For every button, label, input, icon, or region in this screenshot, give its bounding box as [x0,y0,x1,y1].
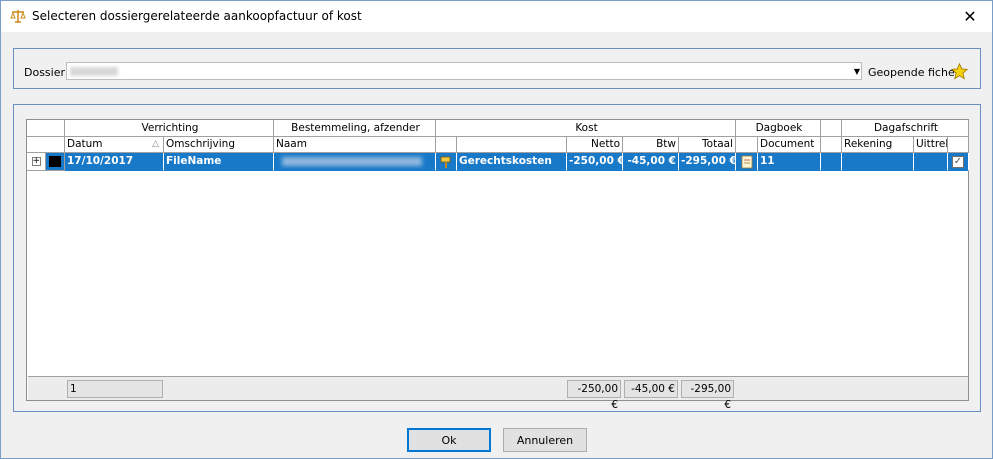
row-kost[interactable]: Gerechtskosten [457,153,567,171]
row-totaal[interactable]: -295,00 € [679,153,736,171]
column-header-datum[interactable]: Datum △ [65,137,164,153]
row-color-swatch [49,156,61,167]
row-indicator [46,153,65,171]
expand-icon: + [31,156,41,166]
dossier-label: Dossier [24,66,66,79]
star-icon [951,63,968,80]
document-icon [741,155,752,168]
header-spacer [27,120,65,137]
column-header-rekening[interactable]: Rekening [842,137,914,153]
invoice-grid: Verrichting Bestemmeling, afzender Kost … [26,119,969,411]
column-header-icon [436,137,457,153]
dossier-panel: Dossier ▼ Geopende fiche [13,48,981,89]
row-datum[interactable]: 17/10/2017 [65,153,164,171]
footer-totaal: -295,00 € [681,380,734,411]
column-header-document[interactable]: Document [758,137,821,153]
column-header-uittreksel[interactable]: Uittrek [914,137,948,153]
row-uittreksel[interactable] [914,153,948,171]
group-header-verrichting: Verrichting [65,120,274,137]
redacted-name-blur [282,157,422,166]
window-title: Selecteren dossiergerelateerde aankoopfa… [32,9,362,23]
row-spacer [821,153,842,171]
column-header-check [948,137,969,153]
sort-ascending-icon: △ [152,139,159,149]
column-header-datum-label: Datum [67,138,103,150]
group-header-dagboek: Dagboek [736,120,821,137]
group-header-kost: Kost [436,120,736,137]
row-naam[interactable] [274,153,436,171]
row-document[interactable]: 11 [758,153,821,171]
dossier-value [70,67,118,76]
row-checkbox-cell[interactable]: ✓ [948,153,969,171]
footer-count: 1 [67,380,163,398]
chevron-down-icon[interactable]: ▼ [850,63,864,79]
column-header-netto[interactable]: Netto [567,137,623,153]
row-omschrijving[interactable]: FileName [164,153,274,171]
column-header-doc-icon [736,137,758,153]
geopende-fiche-label: Geopende fiche [868,65,955,79]
header-spacer-2 [821,120,842,137]
column-header-kost-type [457,137,567,153]
column-header-totaal[interactable]: Totaal [679,137,736,153]
grid-footer: 1 -250,00 € -45,00 € -295,00 € [28,376,968,411]
group-header-bestemmeling: Bestemmeling, afzender [274,120,436,137]
close-button[interactable]: ✕ [948,1,992,32]
dossier-select[interactable] [66,62,862,80]
checkbox-checked-icon[interactable]: ✓ [952,155,964,168]
row-rekening[interactable] [842,153,914,171]
scales-icon [10,10,26,23]
row-btw[interactable]: -45,00 € [623,153,679,171]
column-header-btw[interactable]: Btw [623,137,679,153]
ok-button[interactable]: Ok [407,428,491,452]
grid-panel: Verrichting Bestemmeling, afzender Kost … [13,104,981,412]
gavel-icon [440,156,451,168]
geopende-fiche-button[interactable]: Geopende fiche [865,62,970,82]
column-header-omschrijving[interactable]: Omschrijving [164,137,274,153]
title-bar: Selecteren dossiergerelateerde aankoopfa… [1,1,992,32]
close-icon: ✕ [963,7,977,26]
dialog-window: Selecteren dossiergerelateerde aankoopfa… [0,0,993,459]
group-header-dagafschrift: Dagafschrift [842,120,969,137]
column-header-spacer [27,137,65,153]
row-expander[interactable]: + [27,153,46,171]
column-header-naam[interactable]: Naam [274,137,436,153]
dialog-body: Dossier ▼ Geopende fiche Verrichting Bes… [1,32,992,458]
column-header-spacer-2 [821,137,842,153]
footer-netto: -250,00 € [567,380,621,411]
footer-btw: -45,00 € [624,380,678,398]
row-netto[interactable]: -250,00 € [567,153,623,171]
cancel-button[interactable]: Annuleren [503,428,587,452]
row-kost-icon-cell [436,153,457,171]
row-document-icon-cell [736,153,758,171]
